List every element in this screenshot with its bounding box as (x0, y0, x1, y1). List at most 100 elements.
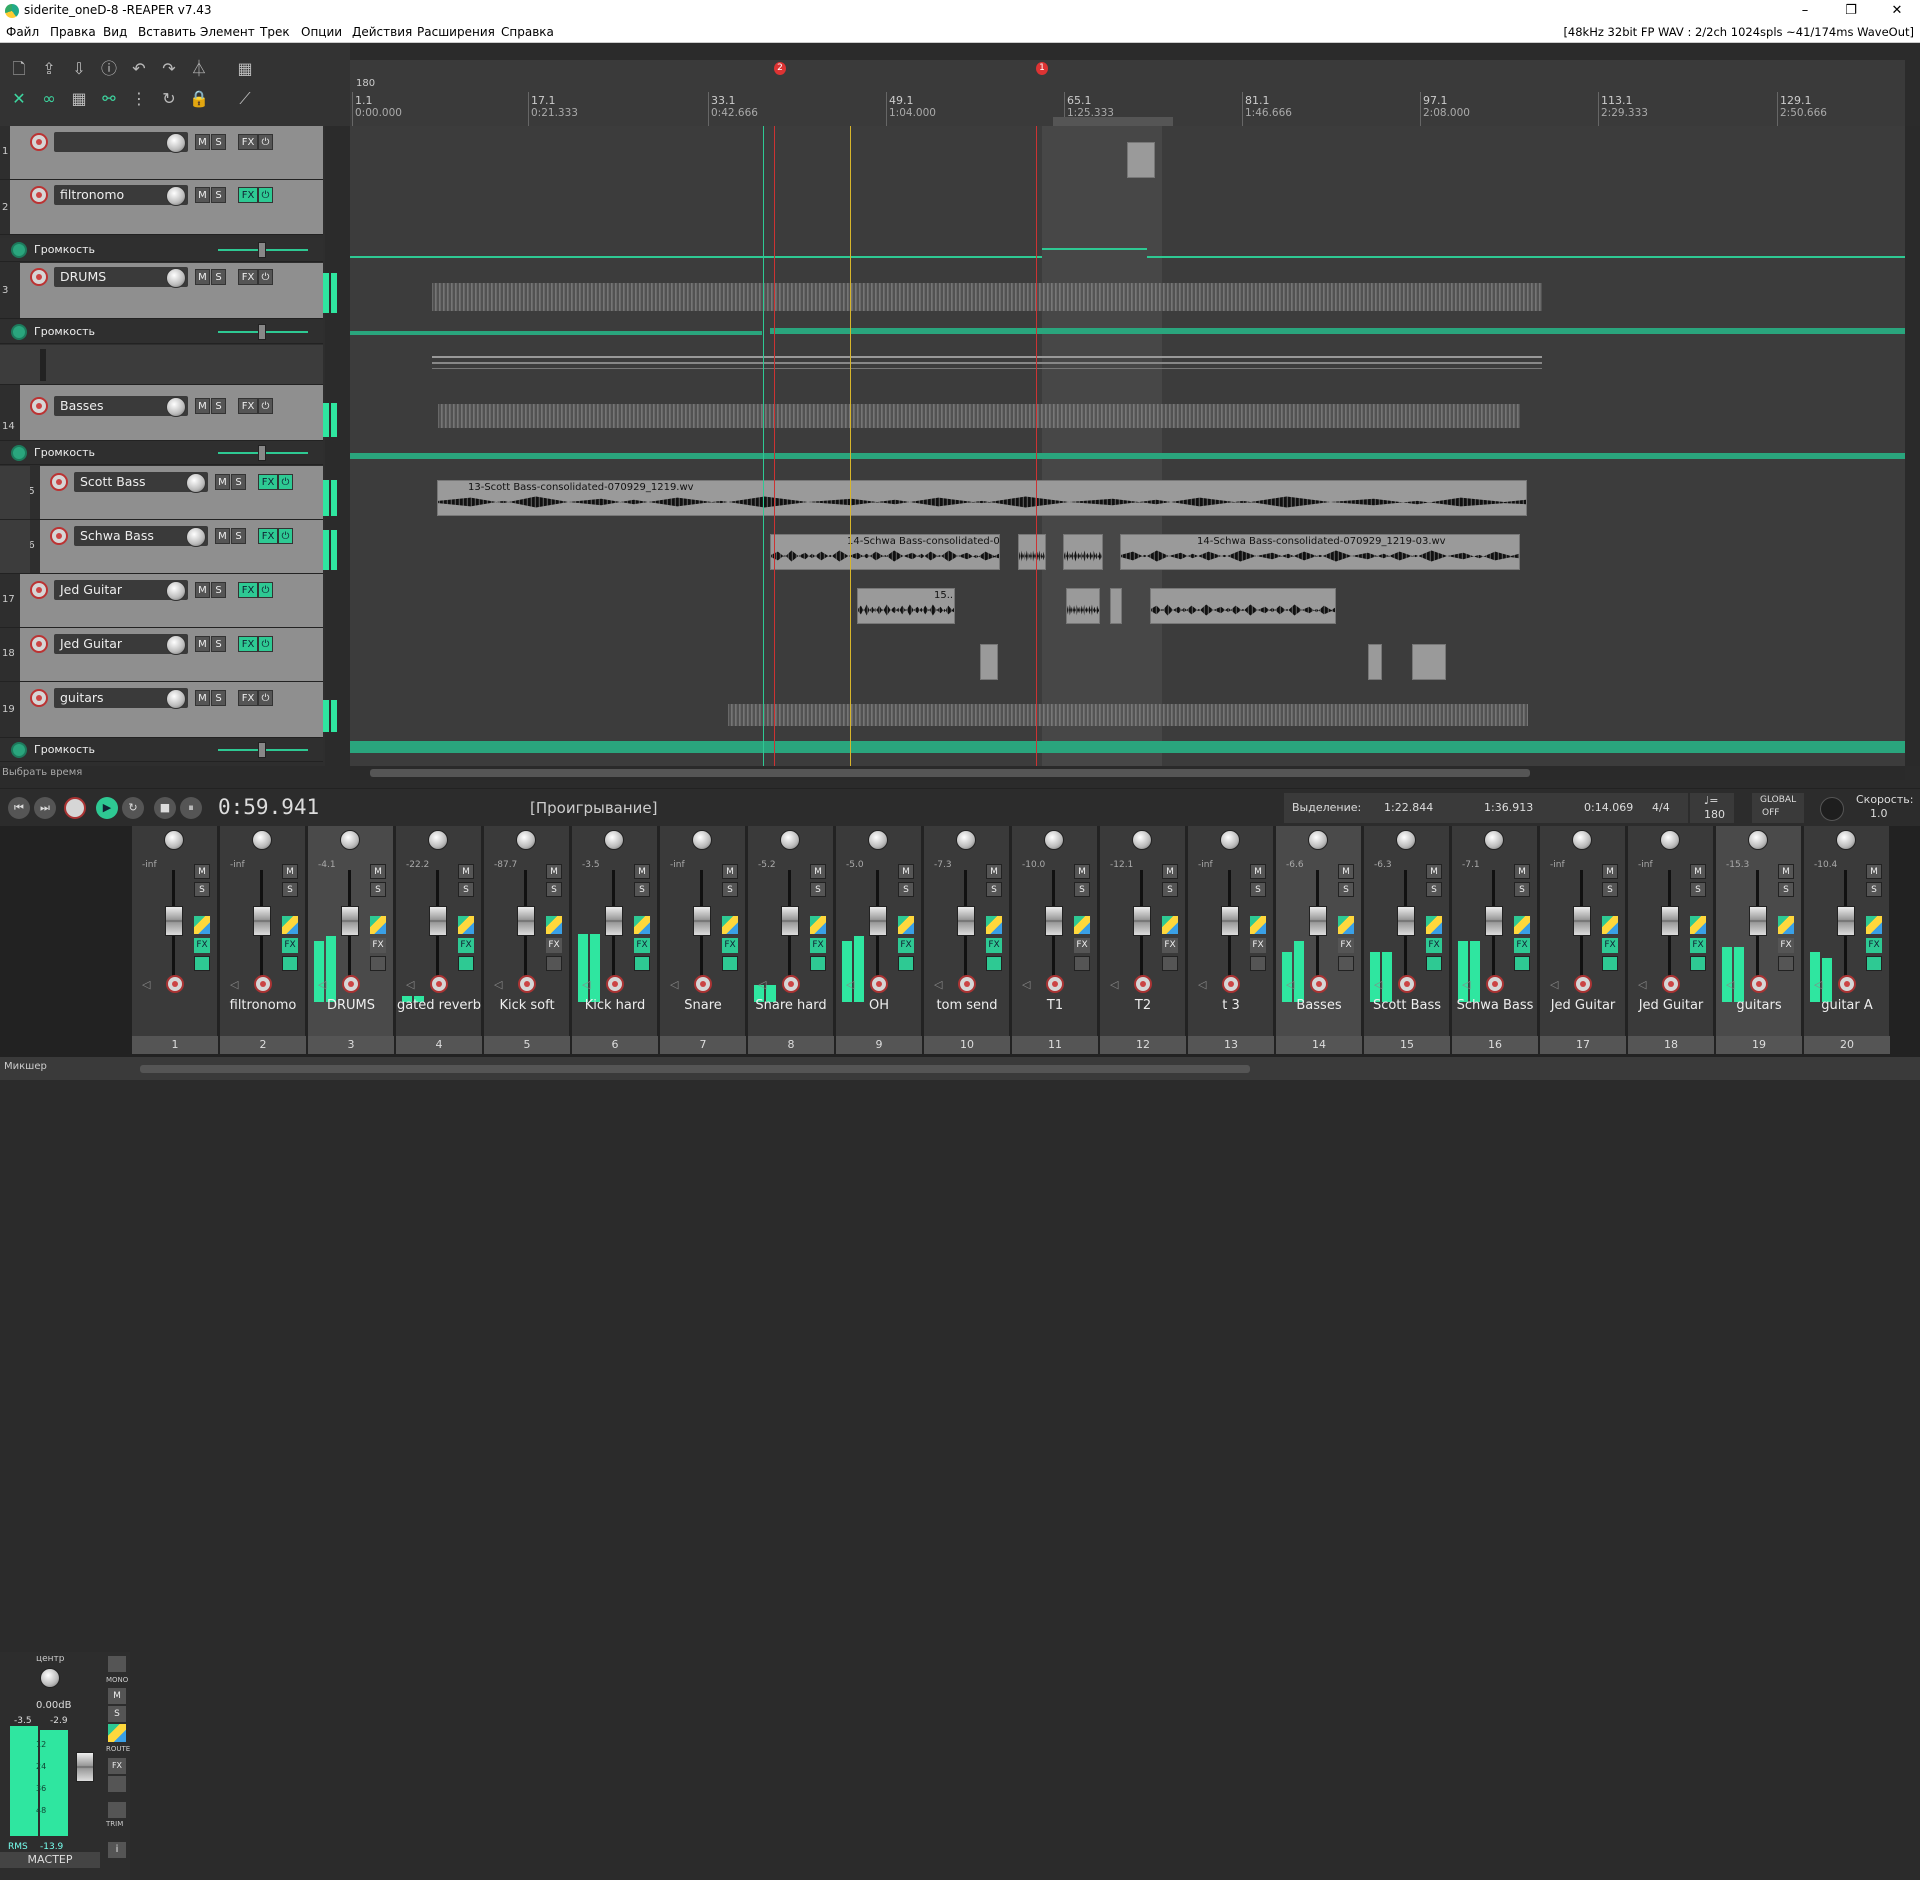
volume-fader[interactable] (165, 906, 183, 936)
audio-item[interactable] (1150, 588, 1336, 624)
fx-button[interactable]: FX (986, 938, 1002, 953)
envelope-icon[interactable] (1426, 916, 1442, 934)
strip-volume-db[interactable]: -3.5 (582, 860, 600, 870)
fx-button[interactable]: FX (1778, 938, 1794, 953)
metronome-icon[interactable]: ⏃ (188, 58, 210, 80)
fx-button[interactable]: FX (238, 398, 258, 414)
menu-item[interactable]: Элемент (200, 25, 255, 39)
volume-knob[interactable] (166, 635, 186, 655)
strip-volume-db[interactable]: -6.3 (1374, 860, 1392, 870)
mute-button[interactable]: M (1338, 864, 1354, 879)
envelope-icon[interactable] (986, 916, 1002, 934)
tempo-bpm[interactable]: 180 (1704, 808, 1725, 821)
speaker-icon[interactable]: ◁ (934, 978, 942, 991)
solo-button[interactable]: S (1074, 882, 1090, 897)
master-fx-bypass-button[interactable] (108, 1776, 126, 1792)
speaker-icon[interactable]: ◁ (582, 978, 590, 991)
record-arm-button[interactable] (30, 268, 48, 286)
speaker-icon[interactable]: ◁ (1814, 978, 1822, 991)
record-arm-button[interactable] (782, 975, 800, 993)
pan-knob[interactable] (1572, 830, 1592, 850)
volume-envelope-lane[interactable]: Громкость (0, 320, 323, 344)
record-arm-button[interactable] (518, 975, 536, 993)
volume-knob[interactable] (166, 268, 186, 288)
mute-button[interactable]: M (194, 864, 210, 879)
mixer-strip[interactable]: -inf M S FX ◁ filtronomo 2 (220, 826, 306, 1054)
pan-knob[interactable] (428, 830, 448, 850)
audio-item[interactable] (1368, 644, 1382, 680)
strip-name[interactable]: DRUMS (308, 998, 394, 1013)
volume-envelope-lane[interactable]: Громкость (0, 441, 323, 465)
volume-knob[interactable] (166, 397, 186, 417)
envelope-slider-thumb[interactable] (258, 445, 266, 461)
track-2[interactable]: 2 filtronomo M S FX ⏻ (0, 180, 323, 235)
pan-knob[interactable] (692, 830, 712, 850)
strip-name[interactable]: Kick hard (572, 998, 658, 1013)
mute-button[interactable]: M (195, 398, 210, 414)
volume-fader[interactable] (1045, 906, 1063, 936)
fx-bypass-button[interactable] (458, 956, 474, 971)
mixer-strip[interactable]: -7.1 M S FX ◁ Schwa Bass 16 (1452, 826, 1538, 1054)
volume-fader[interactable] (1749, 906, 1767, 936)
record-arm-button[interactable] (1838, 975, 1856, 993)
timesig-display[interactable]: 4/4 (1640, 793, 1684, 823)
solo-button[interactable]: S (211, 636, 226, 652)
menu-actions[interactable]: Действия (352, 25, 412, 39)
edit-cursor[interactable] (763, 126, 764, 766)
pan-knob[interactable] (1396, 830, 1416, 850)
envelope-slider-thumb[interactable] (258, 324, 266, 340)
fx-bypass-button[interactable] (1338, 956, 1354, 971)
mute-button[interactable]: M (1514, 864, 1530, 879)
speaker-icon[interactable]: ◁ (1022, 978, 1030, 991)
envelope-points-icon[interactable]: ⋮ (128, 88, 150, 110)
mute-button[interactable]: M (1426, 864, 1442, 879)
envelope-icon[interactable] (1074, 916, 1090, 934)
fx-button[interactable]: FX (194, 938, 210, 953)
master-envelope-icon[interactable] (108, 1724, 126, 1742)
envelope-icon[interactable] (898, 916, 914, 934)
fx-bypass-button[interactable] (546, 956, 562, 971)
fx-bypass-button[interactable] (1514, 956, 1530, 971)
strip-volume-db[interactable]: -inf (670, 860, 685, 870)
mute-button[interactable]: M (546, 864, 562, 879)
volume-knob[interactable] (166, 581, 186, 601)
strip-name[interactable]: filtronomo (220, 998, 306, 1013)
mixer-strip[interactable]: -6.3 M S FX ◁ Scott Bass 15 (1364, 826, 1450, 1054)
mute-button[interactable]: M (215, 474, 230, 490)
mixer-strip[interactable]: -87.7 M S FX ◁ Kick soft 5 (484, 826, 570, 1054)
strip-name[interactable]: T1 (1012, 998, 1098, 1013)
play-button[interactable]: ▶ (96, 797, 118, 819)
solo-button[interactable]: S (986, 882, 1002, 897)
mixer-strip[interactable]: -inf M S FX ◁ Snare 7 (660, 826, 746, 1054)
fx-bypass-button[interactable] (1866, 956, 1882, 971)
pan-knob[interactable] (1044, 830, 1064, 850)
strip-volume-db[interactable]: -87.7 (494, 860, 517, 870)
pan-knob[interactable] (516, 830, 536, 850)
save-project-icon[interactable]: ⇩ (68, 58, 90, 80)
fx-button[interactable]: FX (634, 938, 650, 953)
mixer-strip[interactable]: -5.0 M S FX ◁ OH 9 (836, 826, 922, 1054)
fx-bypass-button[interactable]: ⏻ (278, 474, 293, 490)
solo-button[interactable]: S (634, 882, 650, 897)
link-icon[interactable]: ∞ (38, 88, 60, 110)
fx-button[interactable]: FX (1602, 938, 1618, 953)
fx-button[interactable]: FX (238, 690, 258, 706)
mute-button[interactable]: M (1690, 864, 1706, 879)
solo-button[interactable]: S (1162, 882, 1178, 897)
fx-bypass-button[interactable] (1426, 956, 1442, 971)
repeat-icon[interactable]: ↻ (122, 797, 144, 819)
play-cursor[interactable] (850, 126, 851, 766)
strip-volume-db[interactable]: -10.0 (1022, 860, 1045, 870)
envelope-icon[interactable] (1778, 916, 1794, 934)
volume-fader[interactable] (341, 906, 359, 936)
track-3-drums[interactable]: 3 DRUMS M S FX ⏻ (0, 263, 337, 319)
track-18-jed-guitar[interactable]: 18 Jed Guitar M S FX ⏻ (0, 628, 323, 682)
audio-item[interactable] (1063, 534, 1103, 570)
strip-volume-db[interactable]: -5.0 (846, 860, 864, 870)
strip-volume-db[interactable]: -inf (1550, 860, 1565, 870)
envelope-icon[interactable] (1866, 916, 1882, 934)
envelope-bypass-button[interactable] (11, 445, 27, 461)
fx-bypass-button[interactable] (1690, 956, 1706, 971)
auto-crossfade-icon[interactable]: ✕ (8, 88, 30, 110)
arrange-view[interactable]: 13-Scott Bass-consolidated-070929_1219.w… (350, 126, 1905, 766)
